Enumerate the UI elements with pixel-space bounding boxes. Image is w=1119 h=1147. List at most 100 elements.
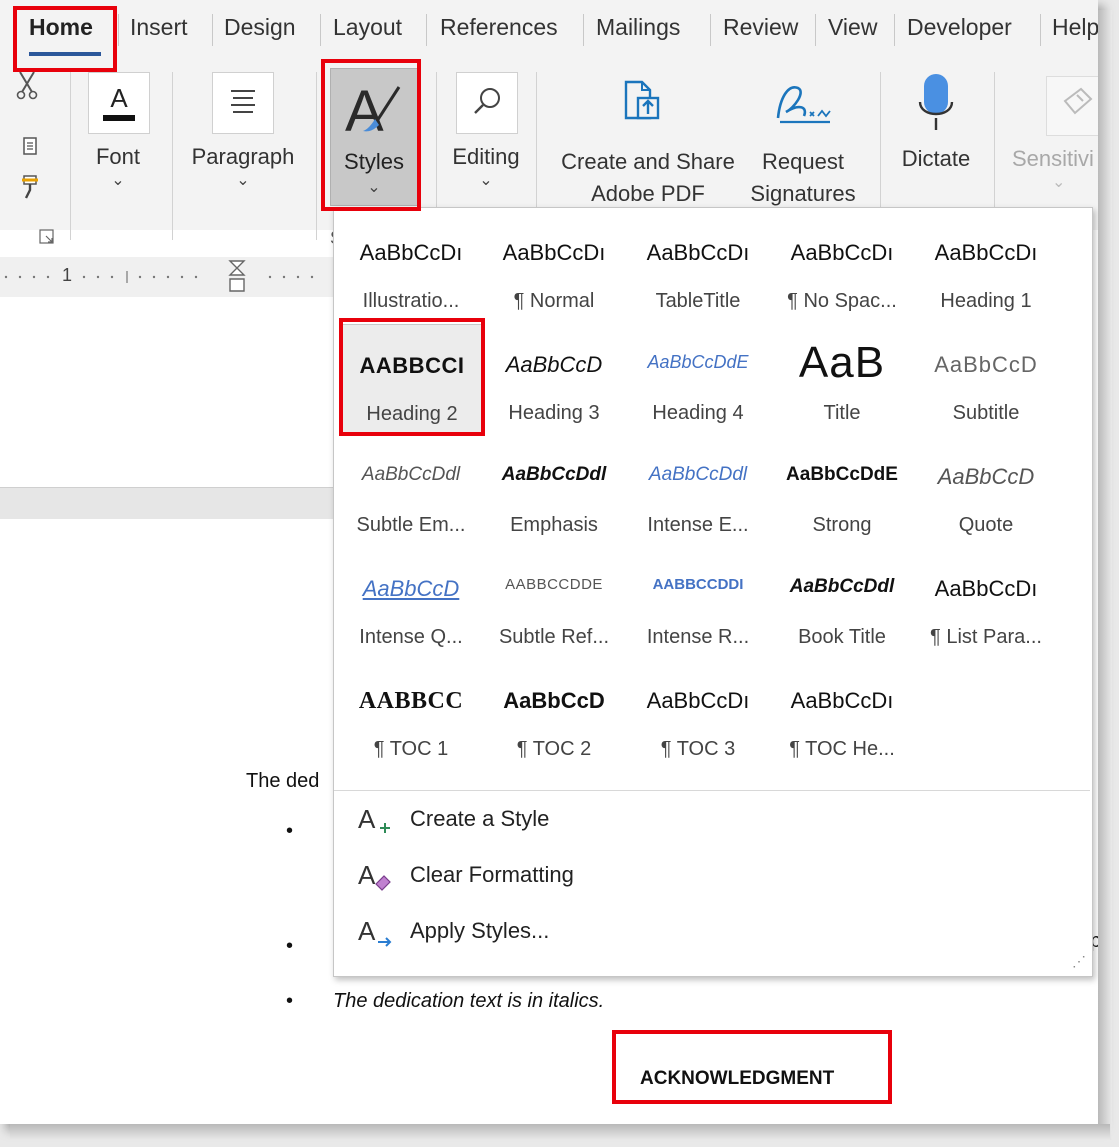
style-gallery-item[interactable]: AaBbCcD Heading 3 — [482, 324, 626, 432]
style-gallery-item[interactable]: AaBbCcD Intense Q... — [339, 548, 483, 656]
tab-help[interactable]: Help — [1052, 14, 1098, 41]
sensitivity-button[interactable]: Sensitivi ⌄ — [1012, 146, 1098, 192]
style-gallery-item[interactable]: AABBCCI Heading 2 — [339, 324, 485, 434]
create-style-icon: A — [358, 804, 390, 834]
style-name: Heading 4 — [652, 402, 744, 424]
style-gallery-item[interactable]: AaBbCcDı ¶ TOC He... — [770, 660, 914, 768]
styles-brush-icon: A — [345, 79, 401, 143]
style-preview: AABBCC — [358, 688, 464, 714]
style-gallery-item[interactable]: AaBbCcDdl Emphasis — [482, 436, 626, 544]
tab-design[interactable]: Design — [224, 14, 296, 41]
style-gallery-item[interactable]: AABBCCDDE Subtle Ref... — [482, 548, 626, 656]
bullet: • — [286, 990, 294, 1012]
style-gallery-item[interactable]: AaBbCcDdl Book Title — [770, 548, 914, 656]
font-group-button[interactable]: Font ⌄ — [80, 144, 156, 190]
create-style-label: Create a Style — [410, 806, 550, 831]
style-preview: AaBbCcDdl — [789, 576, 895, 597]
microphone-icon[interactable] — [916, 72, 956, 139]
ribbon: A Font ⌄ Paragraph ⌄ A Styles ⌄ S — [0, 64, 1098, 248]
tab-separator — [710, 14, 711, 46]
sensitivity-label: Sensitivi — [1012, 146, 1094, 171]
paragraph-icon[interactable] — [212, 72, 274, 134]
style-gallery-item[interactable]: AaBbCcD Quote — [914, 436, 1058, 544]
chevron-down-icon: ⌄ — [1052, 174, 1066, 191]
style-name: Heading 1 — [940, 290, 1032, 312]
sensitivity-icon[interactable] — [1046, 76, 1098, 136]
adobe-share-icon[interactable] — [620, 78, 664, 127]
style-gallery-item[interactable]: AaBbCcDı ¶ Normal — [482, 212, 626, 320]
style-name: Intense R... — [646, 626, 750, 648]
chevron-down-icon: ⌄ — [479, 172, 493, 189]
ribbon-separator — [880, 72, 881, 208]
styles-button[interactable]: A Styles ⌄ — [330, 68, 418, 206]
create-share-adobe-pdf-button[interactable]: Create and Share Adobe PDF — [550, 146, 746, 210]
paragraph-label: Paragraph — [191, 144, 295, 169]
style-gallery-item[interactable]: AaBbCcDdl Intense E... — [626, 436, 770, 544]
tab-insert[interactable]: Insert — [130, 14, 188, 41]
word-window: Home Insert Design Layout References Mai… — [0, 0, 1098, 1124]
tab-developer[interactable]: Developer — [907, 14, 1012, 41]
search-icon[interactable] — [456, 72, 518, 134]
style-name: Title — [823, 402, 861, 424]
tab-review[interactable]: Review — [723, 14, 798, 41]
tab-view[interactable]: View — [828, 14, 877, 41]
tab-layout[interactable]: Layout — [333, 14, 402, 41]
ribbon-separator — [536, 72, 537, 208]
apply-styles-menu-item[interactable]: A Apply Styles... — [356, 912, 1056, 956]
create-style-menu-item[interactable]: A Create a Style — [356, 800, 1056, 844]
ribbon-separator — [994, 72, 995, 208]
apply-styles-label: Apply Styles... — [410, 918, 550, 943]
tab-mailings[interactable]: Mailings — [596, 14, 680, 41]
style-gallery-item[interactable]: AaBbCcDı Heading 1 — [914, 212, 1058, 320]
style-name: ¶ TOC He... — [789, 738, 895, 760]
bullet: • — [286, 820, 294, 842]
style-name: Subtle Em... — [356, 514, 466, 536]
ribbon-separator — [436, 72, 437, 208]
style-preview: AaBbCcD — [937, 464, 1035, 489]
style-name: Heading 3 — [508, 402, 600, 424]
style-gallery-item[interactable]: AaBbCcDı ¶ TOC 3 — [626, 660, 770, 768]
style-gallery-item[interactable]: AaBbCcDı ¶ List Para... — [914, 548, 1058, 656]
font-color-icon[interactable]: A — [88, 72, 150, 134]
tab-separator — [583, 14, 584, 46]
styles-label: Styles — [344, 149, 404, 174]
editing-group-button[interactable]: Editing ⌄ — [446, 144, 526, 190]
style-gallery-item[interactable]: AABBCC ¶ TOC 1 — [339, 660, 483, 768]
style-gallery-item[interactable]: AaBbCcD Subtitle — [914, 324, 1058, 432]
style-gallery-item[interactable]: AaBbCcDı TableTitle — [626, 212, 770, 320]
format-painter-icon[interactable] — [18, 172, 44, 205]
resize-grip-icon[interactable]: ⋰ — [1072, 953, 1086, 970]
dictate-label: Dictate — [901, 146, 971, 171]
style-preview: AaBbCcDdE — [786, 464, 898, 485]
paragraph-group-button[interactable]: Paragraph ⌄ — [185, 144, 301, 190]
ribbon-separator — [70, 72, 71, 240]
style-name: ¶ TOC 3 — [660, 738, 736, 760]
style-preview: AaBbCcDdl — [361, 464, 461, 485]
request-signatures-button[interactable]: Request Signatures — [742, 146, 864, 210]
menu-divider — [334, 790, 1090, 791]
tab-home[interactable]: Home — [29, 14, 93, 41]
style-preview: AaBbCcDı — [646, 240, 750, 265]
style-preview: AaBbCcDı — [934, 576, 1038, 601]
style-gallery-item[interactable]: AABBCCDDI Intense R... — [626, 548, 770, 656]
copy-icon[interactable] — [20, 134, 40, 163]
ribbon-tab-bar: Home Insert Design Layout References Mai… — [0, 0, 1098, 64]
style-gallery-item[interactable]: AaBbCcDı Illustratio... — [339, 212, 483, 320]
dialog-launcher-icon[interactable] — [38, 228, 56, 251]
horizontal-ruler[interactable]: 1 — [0, 257, 333, 298]
style-preview: AaBbCcDdE — [647, 352, 749, 372]
tab-references[interactable]: References — [440, 14, 558, 41]
dictate-button[interactable]: Dictate — [890, 146, 982, 172]
style-gallery-item[interactable]: AaBbCcDdl Subtle Em... — [339, 436, 483, 544]
clear-formatting-menu-item[interactable]: A Clear Formatting — [356, 856, 1056, 900]
svg-text:A: A — [345, 79, 384, 143]
style-gallery-item[interactable]: AaBbCcDdE Heading 4 — [626, 324, 770, 432]
style-gallery-item[interactable]: AaBbCcDı ¶ No Spac... — [770, 212, 914, 320]
clear-formatting-icon: A — [358, 860, 391, 891]
signature-icon[interactable] — [770, 78, 836, 133]
style-gallery-item[interactable]: AaBbCcD ¶ TOC 2 — [482, 660, 626, 768]
cut-icon[interactable] — [16, 70, 38, 105]
style-gallery-item[interactable]: AaB Title — [770, 324, 914, 432]
ruler-number: 1 — [62, 265, 73, 285]
style-gallery-item[interactable]: AaBbCcDdE Strong — [770, 436, 914, 544]
